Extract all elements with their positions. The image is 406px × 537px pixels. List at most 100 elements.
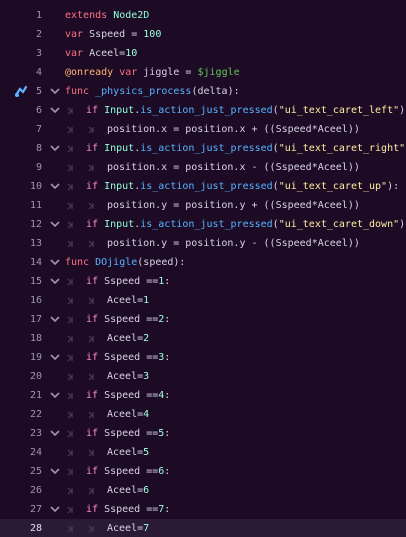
- code-text: Aceel=4: [107, 405, 149, 424]
- code-token: Aceel=: [107, 371, 144, 382]
- code-token: func: [65, 257, 90, 268]
- tab-indent-icon: [67, 139, 77, 158]
- code-token: ):: [387, 181, 400, 192]
- code-text: if Sspeed ==7:: [86, 500, 170, 519]
- code-line[interactable]: 22 Aceel=4: [0, 405, 406, 424]
- code-line[interactable]: 16 Aceel=1: [0, 291, 406, 310]
- chevron-down-icon[interactable]: [50, 139, 60, 158]
- code-line[interactable]: 25 if Sspeed ==6:: [0, 462, 406, 481]
- code-text: var Sspeed = 100: [65, 25, 161, 44]
- code-token: 6: [143, 485, 150, 496]
- code-token: Aceel=: [107, 523, 144, 534]
- chevron-down-icon[interactable]: [50, 348, 60, 367]
- code-text: Aceel=5: [107, 443, 149, 462]
- code-line[interactable]: 28 Aceel=7: [0, 519, 406, 537]
- code-editor[interactable]: 1 extends Node2D 2 var Sspeed = 100 3 var Ace…: [0, 0, 406, 537]
- code-text: if Input.is_action_just_pressed("ui_text…: [86, 101, 406, 120]
- code-text: if Sspeed ==3:: [86, 348, 170, 367]
- code-token: if: [86, 143, 99, 154]
- code-line[interactable]: 19 if Sspeed ==3:: [0, 348, 406, 367]
- chevron-down-icon[interactable]: [50, 500, 60, 519]
- chevron-down-icon[interactable]: [50, 101, 60, 120]
- code-line[interactable]: 15 if Sspeed ==1:: [0, 272, 406, 291]
- code-line[interactable]: 17 if Sspeed ==2:: [0, 310, 406, 329]
- code-token: if: [86, 276, 99, 287]
- tab-indent-icon: [67, 291, 77, 310]
- tab-indent-icon: [67, 462, 77, 481]
- line-number: 10: [29, 181, 42, 192]
- chevron-down-icon[interactable]: [50, 215, 60, 234]
- code-token: Sspeed ==: [98, 428, 159, 439]
- code-token: :: [164, 466, 171, 477]
- line-number: 13: [29, 238, 42, 249]
- code-token: ):: [399, 105, 406, 116]
- line-number: 21: [29, 390, 42, 401]
- code-line[interactable]: 27 if Sspeed ==7:: [0, 500, 406, 519]
- chevron-down-icon[interactable]: [50, 310, 60, 329]
- chevron-down-icon[interactable]: [50, 272, 60, 291]
- code-token: Sspeed =: [83, 29, 144, 40]
- code-line[interactable]: 24 Aceel=5: [0, 443, 406, 462]
- code-token: :: [164, 390, 171, 401]
- tab-indent-icon: [88, 329, 98, 348]
- code-line[interactable]: 13 position.y = position.y - ((Sspeed*Ace…: [0, 234, 406, 253]
- code-text: position.x = position.x + ((Sspeed*Aceel…: [107, 120, 360, 139]
- code-token: Aceel=: [107, 447, 144, 458]
- tab-indent-icon: [67, 158, 77, 177]
- code-token: var: [65, 29, 84, 40]
- code-line[interactable]: 4 @onready var jiggle = $jiggle: [0, 63, 406, 82]
- line-number: 15: [29, 276, 42, 287]
- code-line[interactable]: 8 if Input.is_action_just_pressed("ui_tex…: [0, 139, 406, 158]
- code-token: is_action_just_pressed: [140, 181, 273, 192]
- line-number: 26: [29, 485, 42, 496]
- code-token: Sspeed ==: [98, 504, 159, 515]
- chevron-down-icon[interactable]: [50, 177, 60, 196]
- code-line[interactable]: 10 if Input.is_action_just_pressed("ui_te…: [0, 177, 406, 196]
- code-line[interactable]: 7 position.x = position.x + ((Sspeed*Acee…: [0, 120, 406, 139]
- code-text: if Sspeed ==6:: [86, 462, 170, 481]
- code-line[interactable]: 23 if Sspeed ==5:: [0, 424, 406, 443]
- line-number: 3: [35, 48, 42, 59]
- code-text: Aceel=2: [107, 329, 149, 348]
- code-text: if Input.is_action_just_pressed("ui_text…: [86, 215, 406, 234]
- code-line[interactable]: 3 var Aceel=10: [0, 44, 406, 63]
- chevron-down-icon[interactable]: [50, 386, 60, 405]
- chevron-down-icon[interactable]: [50, 82, 60, 101]
- code-token: if: [86, 314, 99, 325]
- code-text: func DOjigle(speed):: [65, 253, 185, 272]
- tab-indent-icon: [67, 329, 77, 348]
- code-text: position.x = position.x - ((Sspeed*Aceel…: [107, 158, 360, 177]
- code-token: Sspeed ==: [98, 352, 159, 363]
- code-line[interactable]: 18 Aceel=2: [0, 329, 406, 348]
- code-text: if Sspeed ==5:: [86, 424, 170, 443]
- code-line[interactable]: 5 func _physics_process(delta):: [0, 82, 406, 101]
- tab-indent-icon: [67, 215, 77, 234]
- line-number: 24: [29, 447, 42, 458]
- code-line[interactable]: 9 position.x = position.x - ((Sspeed*Acee…: [0, 158, 406, 177]
- code-token: 1: [143, 295, 150, 306]
- code-line[interactable]: 12 if Input.is_action_just_pressed("ui_te…: [0, 215, 406, 234]
- line-number: 25: [29, 466, 42, 477]
- code-line[interactable]: 20 Aceel=3: [0, 367, 406, 386]
- code-text: Aceel=1: [107, 291, 149, 310]
- code-line[interactable]: 1 extends Node2D: [0, 6, 406, 25]
- code-line[interactable]: 14 func DOjigle(speed):: [0, 253, 406, 272]
- code-text: position.y = position.y - ((Sspeed*Aceel…: [107, 234, 360, 253]
- code-line[interactable]: 2 var Sspeed = 100: [0, 25, 406, 44]
- tab-indent-icon: [88, 443, 98, 462]
- code-line[interactable]: 26 Aceel=6: [0, 481, 406, 500]
- chevron-down-icon[interactable]: [50, 424, 60, 443]
- chevron-down-icon[interactable]: [50, 253, 60, 272]
- code-line[interactable]: 11 position.y = position.y + ((Sspeed*Ace…: [0, 196, 406, 215]
- tab-indent-icon: [67, 234, 77, 253]
- code-token: (speed):: [137, 257, 186, 268]
- code-token: is_action_just_pressed: [140, 105, 273, 116]
- code-line[interactable]: 21 if Sspeed ==4:: [0, 386, 406, 405]
- chevron-down-icon[interactable]: [50, 462, 60, 481]
- code-token: Aceel=: [107, 485, 144, 496]
- line-number: 18: [29, 333, 42, 344]
- tab-indent-icon: [67, 519, 77, 537]
- code-line[interactable]: 6 if Input.is_action_just_pressed("ui_tex…: [0, 101, 406, 120]
- code-token: (delta):: [191, 86, 240, 97]
- code-token: :: [164, 314, 171, 325]
